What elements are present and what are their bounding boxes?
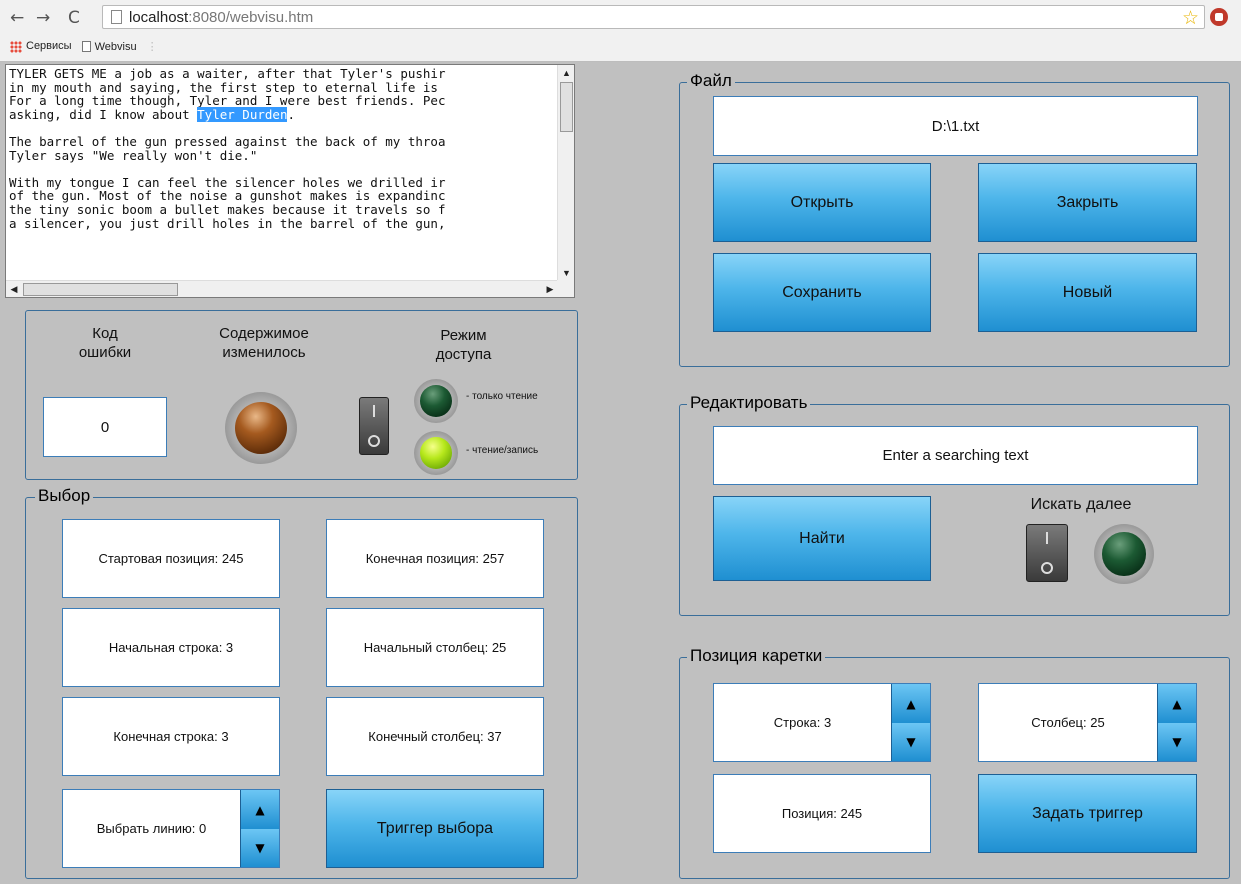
browser-chrome: ← → C localhost:8080/webvisu.htm ☆ Серви… (0, 0, 1241, 62)
file-path-field[interactable]: D:\1.txt (713, 96, 1198, 156)
file-title: Файл (687, 71, 735, 91)
find-next-lamp-icon (1094, 524, 1154, 584)
scroll-thumb[interactable] (560, 82, 573, 132)
access-mode-label: Режим доступа (435, 327, 492, 363)
error-code-label: Код ошибки (78, 325, 132, 361)
forward-icon[interactable]: → (36, 8, 50, 28)
editor-line: For a long time though, Tyler and I were… (9, 93, 446, 109)
caret-panel: Позиция каретки Строка: 3 ▲ ▼ Столбец: 2… (679, 646, 1230, 879)
read-write-label: - чтение/запись (466, 445, 539, 456)
save-button[interactable]: Сохранить (713, 253, 931, 332)
new-button[interactable]: Новый (978, 253, 1197, 332)
set-trigger-button[interactable]: Задать триггер (978, 774, 1197, 853)
spin-up-icon[interactable]: ▲ (891, 684, 930, 724)
row-value: Строка: 3 (773, 715, 832, 730)
hscroll-thumb[interactable] (23, 283, 178, 296)
column-spinner[interactable]: Столбец: 25 ▲ ▼ (978, 683, 1197, 762)
back-icon[interactable]: ← (10, 8, 24, 28)
address-bar[interactable]: localhost:8080/webvisu.htm (102, 5, 1205, 29)
selected-text: Tyler Durden (197, 106, 288, 122)
editor-line: The barrel of the gun pressed against th… (9, 133, 446, 149)
find-next-label: Искать далее (1030, 496, 1132, 513)
position-field: Позиция: 245 (713, 774, 931, 853)
end-line-field: Конечная строка: 3 (62, 697, 280, 776)
spin-down-icon[interactable]: ▼ (891, 723, 930, 761)
content-changed-lamp-icon (225, 392, 297, 464)
editor-line: a silencer, you just drill holes in the … (9, 215, 446, 231)
open-button[interactable]: Открыть (713, 163, 931, 242)
extension-icon[interactable] (1210, 8, 1228, 26)
editor-line: With my tongue I can feel the silencer h… (9, 174, 446, 190)
read-only-lamp-icon (414, 379, 458, 423)
content-changed-label: Содержимое изменилось (219, 325, 309, 361)
end-column-field: Конечный столбец: 37 (326, 697, 544, 776)
spin-down-icon[interactable]: ▼ (1157, 723, 1196, 761)
editor-content[interactable]: TYLER GETS ME a job as a waiter, after t… (9, 67, 555, 279)
reload-icon[interactable]: C (68, 8, 80, 28)
vertical-scrollbar[interactable]: ▲ ▼ (557, 65, 574, 281)
text-editor[interactable]: TYLER GETS ME a job as a waiter, after t… (5, 64, 575, 298)
edit-panel: Редактировать Enter a searching text Най… (679, 393, 1230, 616)
editor-line: TYLER GETS ME a job as a waiter, after t… (9, 67, 446, 81)
close-button[interactable]: Закрыть (978, 163, 1197, 242)
end-position-field: Конечная позиция: 257 (326, 519, 544, 598)
bookmark-apps[interactable]: Сервисы (10, 40, 72, 53)
status-panel: Код ошибки Содержимое изменилось Режим д… (25, 310, 578, 480)
bookmark-separator: ⋮ (146, 41, 158, 53)
horizontal-scrollbar[interactable]: ◀ ▶ (6, 280, 558, 297)
file-icon (81, 41, 91, 53)
select-line-spinner[interactable]: Выбрать линию: 0 ▲ ▼ (62, 789, 280, 868)
find-next-switch[interactable] (1026, 524, 1068, 582)
scroll-down-icon[interactable]: ▼ (558, 265, 575, 281)
editor-line: asking, did I know about Tyler Durden. (9, 106, 295, 122)
access-mode-switch[interactable] (359, 397, 389, 455)
scroll-right-icon[interactable]: ▶ (542, 281, 558, 297)
row-spinner[interactable]: Строка: 3 ▲ ▼ (713, 683, 931, 762)
spin-up-icon[interactable]: ▲ (240, 790, 279, 830)
bookmark-star-icon[interactable]: ☆ (1182, 7, 1199, 29)
select-line-value: Выбрать линию: 0 (96, 821, 207, 836)
read-write-lamp-icon (414, 431, 458, 475)
editor-line: Tyler says "We really won't die." (9, 147, 258, 163)
column-value: Столбец: 25 (1031, 715, 1105, 730)
scroll-up-icon[interactable]: ▲ (558, 65, 575, 81)
edit-title: Редактировать (687, 393, 811, 413)
bookmarks-bar: Сервисы Webvisu ⋮ (10, 40, 158, 53)
start-line-field: Начальная строка: 3 (62, 608, 280, 687)
bookmark-webvisu[interactable]: Webvisu (81, 41, 137, 53)
start-column-field: Начальный столбец: 25 (326, 608, 544, 687)
caret-title: Позиция каретки (687, 646, 826, 666)
address-url: localhost:8080/webvisu.htm (129, 9, 314, 26)
find-button[interactable]: Найти (713, 496, 931, 581)
start-position-field: Стартовая позиция: 245 (62, 519, 280, 598)
selection-trigger-button[interactable]: Триггер выбора (326, 789, 544, 868)
scroll-corner (557, 280, 574, 297)
selection-panel: Выбор Стартовая позиция: 245 Конечная по… (25, 486, 578, 879)
spin-up-icon[interactable]: ▲ (1157, 684, 1196, 724)
error-code-field: 0 (43, 397, 167, 457)
page-icon (111, 10, 122, 24)
editor-line: in my mouth and saying, the first step t… (9, 79, 438, 95)
editor-line: the tiny sonic boom a bullet makes becau… (9, 201, 446, 217)
file-panel: Файл D:\1.txt Открыть Закрыть Сохранить … (679, 71, 1230, 367)
scroll-left-icon[interactable]: ◀ (6, 281, 22, 297)
read-only-label: - только чтение (466, 391, 538, 402)
selection-title: Выбор (35, 486, 94, 506)
editor-line: of the gun. Most of the noise a gunshot … (9, 188, 446, 204)
search-input[interactable]: Enter a searching text (713, 426, 1198, 485)
apps-icon (10, 40, 22, 53)
spin-down-icon[interactable]: ▼ (240, 829, 279, 867)
